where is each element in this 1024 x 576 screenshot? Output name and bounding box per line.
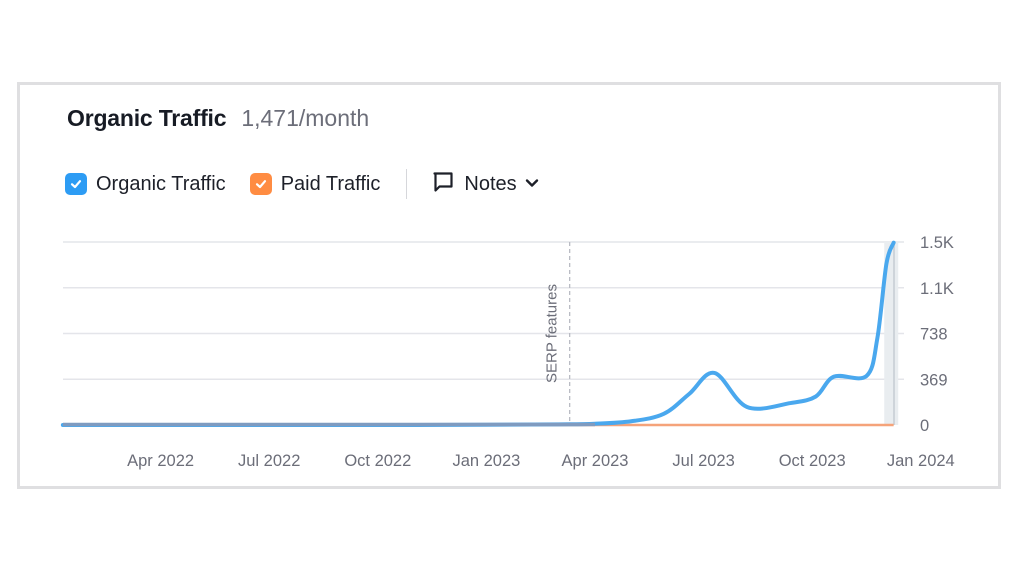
y-tick-label: 1.5K	[920, 234, 954, 252]
x-tick-label: Apr 2022	[127, 452, 194, 470]
y-tick-label: 369	[920, 371, 948, 389]
x-tick-label: Jan 2024	[887, 452, 955, 470]
x-tick-label: Oct 2023	[779, 452, 846, 470]
y-tick-label: 1.1K	[920, 280, 954, 298]
traffic-chart: SERP features 0 369 738 1.1K 1.5K Apr 2022 Ju…	[60, 234, 955, 470]
y-tick-label: 738	[920, 326, 948, 344]
annotation-label: SERP features	[544, 284, 561, 383]
x-tick-label: Apr 2023	[562, 452, 629, 470]
x-tick-label: Jul 2023	[672, 452, 734, 470]
x-tick-label: Oct 2022	[344, 452, 411, 470]
x-tick-label: Jan 2023	[452, 452, 520, 470]
x-tick-label: Jul 2022	[238, 452, 300, 470]
y-tick-label: 0	[920, 417, 929, 435]
